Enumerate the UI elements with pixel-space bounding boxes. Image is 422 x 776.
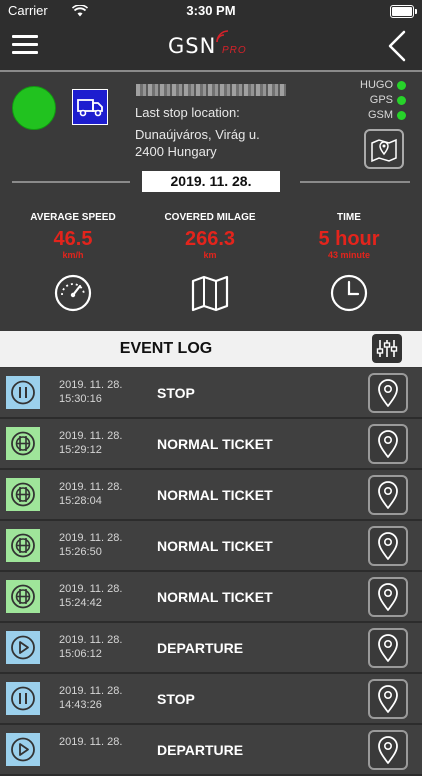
indicator-gps: GPS (360, 93, 406, 108)
event-date: 2019. 11. 28. (59, 685, 123, 697)
event-date: 2019. 11. 28. (59, 481, 123, 493)
logo-main: GSN (168, 34, 217, 58)
connection-indicators: HUGO GPS GSM (360, 78, 406, 123)
logo-sub: PRO (222, 45, 247, 56)
event-type: DEPARTURE (157, 742, 244, 758)
truck-icon (72, 89, 108, 125)
stat-time: TIME 5 hour 43 minute (318, 212, 380, 260)
event-date: 2019. 11. 28. (59, 583, 123, 595)
event-row[interactable]: 2019. 11. 28. 15:28:04 NORMAL TICKET (0, 470, 422, 521)
location-pin-icon (378, 379, 398, 407)
location-pin-icon (378, 430, 398, 458)
battery-icon (390, 5, 417, 18)
event-row[interactable]: 2019. 11. 28. 15:26:50 NORMAL TICKET (0, 521, 422, 572)
indicator-gsm: GSM (360, 108, 406, 123)
status-bar: Carrier 3:30 PM (0, 0, 422, 22)
event-date: 2019. 11. 28. (59, 532, 123, 544)
event-type: DEPARTURE (157, 640, 244, 656)
event-type: NORMAL TICKET (157, 436, 273, 452)
divider-left (12, 181, 130, 183)
event-date: 2019. 11. 28. (59, 379, 123, 391)
event-time: 15:28:04 (59, 495, 102, 507)
location-pin-icon (378, 583, 398, 611)
event-location-button[interactable] (368, 475, 408, 515)
pause-icon (6, 376, 40, 409)
nav-bar: GSN PRO (0, 22, 422, 72)
ticket-icon (6, 580, 40, 613)
event-type: NORMAL TICKET (157, 538, 273, 554)
event-time: 14:43:26 (59, 699, 102, 711)
map-icon (191, 275, 229, 312)
event-location-button[interactable] (368, 424, 408, 464)
event-date: 2019. 11. 28. (59, 430, 123, 442)
divider-right (300, 181, 410, 183)
event-location-button[interactable] (368, 577, 408, 617)
speedometer-icon (54, 274, 92, 312)
event-row[interactable]: 2019. 11. 28. 15:30:16 STOP (0, 368, 422, 419)
event-location-button[interactable] (368, 628, 408, 668)
back-chevron-icon[interactable] (386, 30, 408, 62)
ticket-icon (6, 427, 40, 460)
sliders-icon (376, 340, 398, 357)
vehicle-info-panel: Last stop location: Dunaújváros, Virág u… (0, 72, 422, 198)
location-pin-icon (378, 685, 398, 713)
vehicle-status-indicator (12, 86, 56, 130)
indicator-hugo: HUGO (360, 78, 406, 93)
event-row[interactable]: 2019. 11. 28. 14:43:26 STOP (0, 674, 422, 725)
event-time: 15:06:12 (59, 648, 102, 660)
event-type: STOP (157, 385, 195, 401)
address-line2: 2400 Hungary (135, 144, 217, 159)
stat-average-speed: AVERAGE SPEED 46.5 km/h (30, 212, 116, 260)
clock-icon (330, 274, 368, 312)
map-location-button[interactable] (364, 129, 404, 169)
event-type: NORMAL TICKET (157, 487, 273, 503)
event-date: 2019. 11. 28. (59, 634, 123, 646)
event-type: NORMAL TICKET (157, 589, 273, 605)
location-pin-icon (378, 532, 398, 560)
selected-date[interactable]: 2019. 11. 28. (142, 171, 280, 192)
event-log-title: EVENT LOG (119, 340, 213, 357)
address-line1: Dunaújváros, Virág u. (135, 127, 260, 142)
event-time: 15:29:12 (59, 444, 102, 456)
event-type: STOP (157, 691, 195, 707)
event-date: 2019. 11. 28. (59, 736, 123, 748)
location-pin-icon (378, 634, 398, 662)
pause-icon (6, 682, 40, 715)
filter-button[interactable] (372, 334, 402, 363)
ticket-icon (6, 478, 40, 511)
event-location-button[interactable] (368, 730, 408, 770)
map-pin-icon (371, 138, 397, 163)
license-plate-redacted (136, 84, 286, 96)
event-log-header: EVENT LOG (0, 331, 422, 367)
event-location-button[interactable] (368, 679, 408, 719)
event-time: 15:30:16 (59, 393, 102, 405)
event-row[interactable]: 2019. 11. 28. 15:06:12 DEPARTURE (0, 623, 422, 674)
signal-arc-icon (216, 30, 229, 43)
play-icon (6, 631, 40, 664)
event-location-button[interactable] (368, 373, 408, 413)
ticket-icon (6, 529, 40, 562)
event-time: 15:26:50 (59, 546, 102, 558)
location-pin-icon (378, 736, 398, 764)
location-pin-icon (378, 481, 398, 509)
event-location-button[interactable] (368, 526, 408, 566)
gsn-pro-logo: GSN PRO (168, 30, 258, 60)
last-stop-label: Last stop location: (135, 105, 240, 120)
stat-covered-milage: COVERED MILAGE 266.3 km (164, 212, 256, 260)
event-row[interactable]: 2019. 11. 28. DEPARTURE (0, 725, 422, 776)
menu-icon[interactable] (12, 32, 38, 58)
clock-time: 3:30 PM (186, 3, 236, 18)
event-time: 15:24:42 (59, 597, 102, 609)
event-row[interactable]: 2019. 11. 28. 15:29:12 NORMAL TICKET (0, 419, 422, 470)
event-row[interactable]: 2019. 11. 28. 15:24:42 NORMAL TICKET (0, 572, 422, 623)
